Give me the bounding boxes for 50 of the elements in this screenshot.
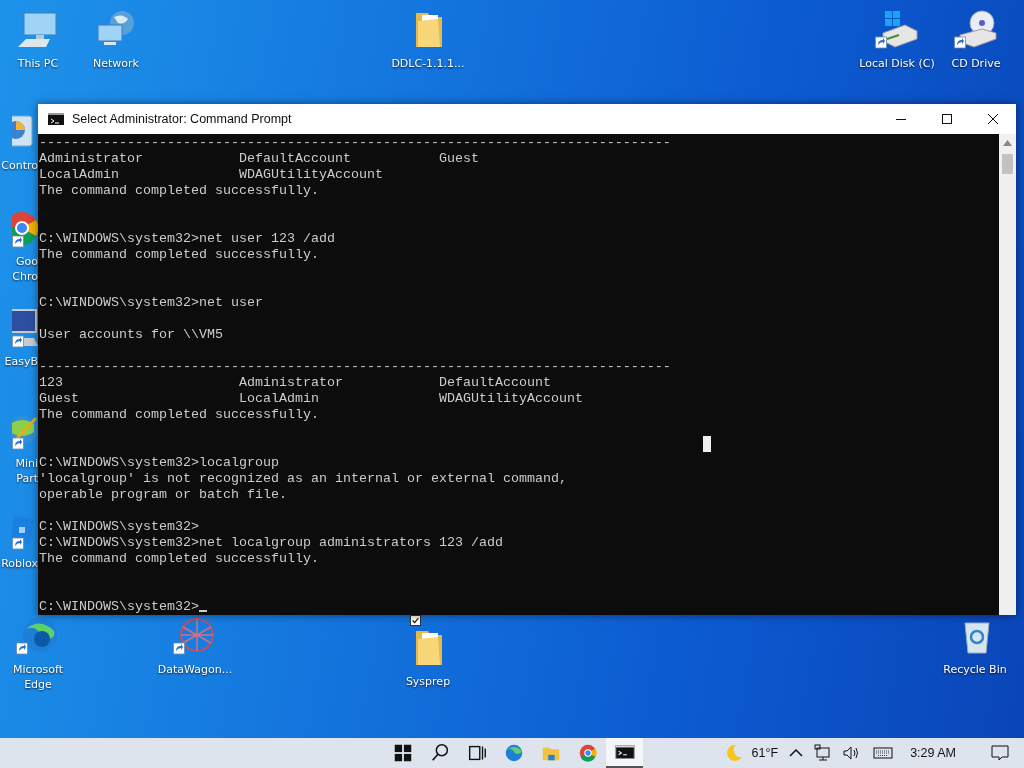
- desktop-icon-label[interactable]: CD Drive: [951, 56, 1001, 71]
- console-line: The command completed successfully.: [39, 551, 319, 567]
- console-line: -------------------------------------------------------------------------------: [39, 359, 671, 375]
- notification-icon[interactable]: [990, 743, 1010, 763]
- window-title: Select Administrator: Command Prompt: [72, 112, 293, 126]
- console-line: C:\WINDOWS\system32>net localgroup administrators 123 /add: [39, 535, 503, 551]
- monitor-icon[interactable]: [12, 308, 38, 348]
- console-line: The command completed successfully.: [39, 247, 319, 263]
- console-line: Guest LocalAdmin WDAGUtilityAccount: [39, 391, 583, 407]
- scrollbar-thumb[interactable]: [1002, 154, 1013, 174]
- desktop-icon-label[interactable]: Microsoft Edge: [12, 662, 64, 692]
- checkbox[interactable]: [410, 615, 421, 626]
- maximize-icon: [941, 113, 953, 125]
- console-line: operable program or batch file.: [39, 487, 287, 503]
- weather-temperature[interactable]: 61°F: [751, 746, 779, 760]
- console-line: C:\WINDOWS\system32>: [39, 599, 207, 615]
- desktop-icon-label[interactable]: Sysprep: [405, 674, 451, 689]
- desktop-icon-label[interactable]: DDLC-1.1.1...: [391, 56, 465, 71]
- block-cursor: [703, 436, 711, 452]
- desktop-icon-label[interactable]: EasyB: [4, 354, 38, 369]
- console-icon: [48, 113, 64, 125]
- text-cursor: [198, 610, 207, 612]
- console-line: -------------------------------------------------------------------------------: [39, 135, 671, 151]
- console-line: The command completed successfully.: [39, 183, 319, 199]
- scroll-up-icon[interactable]: [1003, 140, 1012, 146]
- console-line: Administrator DefaultAccount Guest: [39, 151, 479, 167]
- console-line: 'localgroup' is not recognized as an internal or external command,: [39, 471, 567, 487]
- cd-icon[interactable]: [954, 8, 998, 50]
- desktop-icon-label[interactable]: Roblox: [1, 556, 38, 571]
- desktop-icon-label[interactable]: Goo Chro: [12, 254, 38, 284]
- console-line: C:\WINDOWS\system32>localgroup: [39, 455, 279, 471]
- clock[interactable]: 3:29 AM: [910, 746, 956, 760]
- desktop-icon-label[interactable]: This PC: [17, 56, 59, 71]
- desktop-icon-label[interactable]: Network: [93, 56, 139, 71]
- desktop-icon-label[interactable]: Mini Part: [15, 456, 38, 486]
- desktop-icon-label[interactable]: DataWagon...: [157, 662, 233, 677]
- console-line: 123 Administrator DefaultAccount: [39, 375, 551, 391]
- desktop-icon-label[interactable]: Local Disk (C): [859, 56, 935, 71]
- desktop-icon-label[interactable]: Contro: [1, 158, 38, 173]
- scrollbar[interactable]: [999, 134, 1016, 615]
- console-line: LocalAdmin WDAGUtilityAccount: [39, 167, 383, 183]
- taskbar-cmd-button[interactable]: [606, 738, 643, 768]
- disk-icon[interactable]: [875, 8, 919, 50]
- desktop-icon-label[interactable]: Recycle Bin: [943, 662, 1007, 677]
- console-line: C:\WINDOWS\system32>: [39, 519, 199, 535]
- console-line: C:\WINDOWS\system32>net user: [39, 295, 263, 311]
- close-icon: [987, 113, 999, 125]
- console-line: C:\WINDOWS\system32>net user 123 /add: [39, 231, 335, 247]
- console-line: The command completed successfully.: [39, 407, 319, 423]
- console-line: User accounts for \\VM5: [39, 327, 223, 343]
